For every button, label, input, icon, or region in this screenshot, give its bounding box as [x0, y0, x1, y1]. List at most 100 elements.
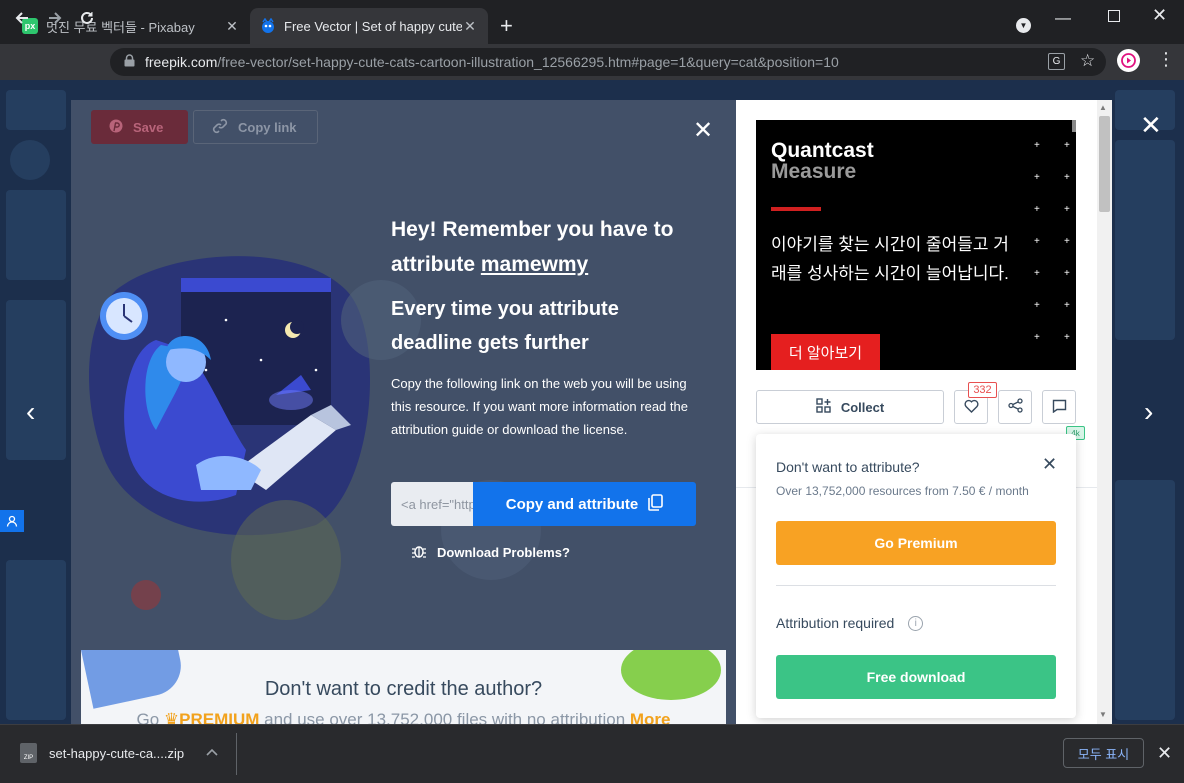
plus-icon: +	[1034, 172, 1040, 183]
illustration-girl-laptop	[89, 256, 370, 536]
info-icon[interactable]: i	[908, 615, 924, 631]
plus-icon: +	[1034, 332, 1040, 343]
modal-close-icon[interactable]: ✕	[693, 119, 713, 143]
collect-button[interactable]: Collect	[756, 390, 944, 424]
bg-block	[6, 190, 66, 280]
attribution-paragraph: Copy the following link on the web you w…	[391, 376, 688, 437]
advertisement[interactable]: Quantcast Measure 이야기를 찾는 시간이 줄어들고 거래를 성…	[756, 120, 1076, 370]
lock-icon	[124, 54, 135, 70]
tab-close-icon[interactable]: ✕	[224, 18, 240, 35]
attribution-code-field[interactable]: <a href="https://www.freepik.com	[391, 482, 473, 526]
plus-icon: +	[1034, 300, 1040, 311]
share-button[interactable]	[998, 390, 1032, 424]
collect-label: Collect	[840, 399, 885, 415]
scrollbar-thumb[interactable]	[1099, 116, 1110, 212]
menu-kebab-icon[interactable]: ⋮	[1157, 50, 1175, 68]
minimize-button[interactable]: —	[1055, 10, 1071, 28]
bg-block	[6, 300, 66, 460]
freepik-favicon-icon	[260, 18, 276, 34]
ad-learn-more-button[interactable]: 더 알아보기	[771, 334, 880, 370]
bg-block	[6, 90, 66, 130]
ad-info-icon[interactable]	[1072, 120, 1076, 132]
ad-accent-bar	[771, 207, 821, 211]
like-count-badge: 332	[968, 382, 997, 398]
copy-link-button[interactable]: Copy link	[193, 110, 318, 144]
copy-icon	[648, 493, 664, 515]
plus-icon: +	[1034, 268, 1040, 279]
ad-text: 이야기를 찾는 시간이 줄어들고 거래를 성사하는 시간이 늘어납니다.	[771, 235, 1009, 283]
tab-freepik[interactable]: Free Vector | Set of happy cute cats ✕	[250, 8, 488, 44]
scroll-down-icon[interactable]: ▼	[1099, 710, 1107, 719]
banner-text: Go ♛PREMIUM and use over 13,752,000 file…	[81, 710, 726, 724]
address-bar[interactable]: freepik.com/free-vector/set-happy-cute-c…	[110, 48, 1106, 76]
previous-arrow-icon[interactable]: ‹	[26, 398, 35, 426]
plus-icon: +	[1034, 236, 1040, 247]
plus-icon: +	[1064, 268, 1070, 279]
ad-brand-sub: Measure	[771, 160, 857, 183]
tab-close-icon[interactable]: ✕	[462, 18, 478, 35]
maximize-button[interactable]	[1108, 10, 1120, 22]
plus-icon: +	[1064, 172, 1070, 183]
pinterest-save-button[interactable]: Save	[91, 110, 188, 144]
download-problems-label: Download Problems?	[437, 545, 570, 560]
tab-title: Free Vector | Set of happy cute cats	[284, 18, 462, 34]
comment-icon	[1052, 399, 1067, 416]
profile-avatar[interactable]	[1117, 49, 1140, 72]
illustration-cat-faded	[231, 500, 341, 620]
plus-icon: +	[1064, 204, 1070, 215]
chevron-up-icon[interactable]	[206, 744, 218, 759]
copy-attribute-label: Copy and attribute	[505, 495, 639, 513]
popup-title: Don't want to attribute?	[776, 459, 920, 475]
banner-title: Don't want to credit the author?	[264, 678, 543, 700]
banner-more-link[interactable]: More	[630, 710, 671, 724]
url-path: /free-vector/set-happy-cute-cats-cartoon…	[217, 54, 839, 70]
ad-plus-pattern: + + + + + + + + + + + + + +	[1034, 140, 1070, 350]
download-shelf-close-icon[interactable]: ✕	[1157, 743, 1172, 764]
bg-block	[1115, 480, 1175, 720]
pinterest-icon	[109, 119, 123, 136]
user-feedback-icon[interactable]	[0, 510, 24, 532]
copy-and-attribute-button[interactable]: Copy and attribute	[473, 482, 696, 526]
attribution-heading: Hey! Remember you have to attribute mame…	[391, 212, 701, 282]
reload-icon[interactable]	[73, 4, 101, 32]
overlay-close-icon[interactable]: ✕	[1140, 110, 1162, 141]
share-icon	[1007, 398, 1023, 416]
show-all-button[interactable]: 모두 표시	[1063, 738, 1144, 768]
scroll-up-icon[interactable]: ▲	[1099, 103, 1107, 112]
author-link[interactable]: mamewmy	[481, 253, 588, 276]
banner-go: Go	[136, 710, 164, 724]
plus-icon: +	[1034, 140, 1040, 151]
zip-file-icon: ZIP	[20, 743, 37, 763]
bg-block	[10, 140, 50, 180]
bg-block	[6, 560, 66, 720]
plus-icon: +	[1064, 332, 1070, 343]
forward-arrow-icon[interactable]	[41, 4, 69, 32]
bookmark-star-icon[interactable]: ☆	[1080, 51, 1095, 71]
popup-close-icon[interactable]: ✕	[1042, 454, 1057, 475]
attribute-popup: Don't want to attribute? Over 13,752,000…	[756, 434, 1076, 718]
bg-block	[1115, 140, 1175, 340]
back-arrow-icon[interactable]	[8, 4, 36, 32]
copy-link-label: Copy link	[238, 119, 297, 135]
link-icon	[212, 118, 228, 137]
banner-premium[interactable]: PREMIUM	[179, 710, 259, 724]
bug-icon	[411, 543, 427, 562]
next-arrow-icon[interactable]: ›	[1144, 398, 1153, 426]
new-tab-button[interactable]: +	[500, 13, 513, 39]
translate-icon[interactable]: G	[1048, 53, 1065, 70]
free-download-button[interactable]: Free download	[776, 655, 1056, 699]
banner-rest: and use over 13,752,000 files with no at…	[259, 710, 626, 724]
download-separator	[236, 733, 237, 775]
download-problems-link[interactable]: Download Problems?	[411, 543, 570, 562]
window-close-button[interactable]: ✕	[1152, 5, 1167, 26]
comment-button[interactable]	[1042, 390, 1076, 424]
premium-banner: Don't want to credit the author? Go ♛PRE…	[81, 650, 726, 724]
url-host: freepik.com	[145, 54, 218, 70]
tab-search-icon[interactable]: ▼	[1016, 18, 1031, 33]
attribution-required-label: Attribution required	[776, 615, 895, 631]
popup-subtitle: Over 13,752,000 resources from 7.50 € / …	[776, 484, 1029, 498]
go-premium-button[interactable]: Go Premium	[776, 521, 1056, 565]
ad-brand: Quantcast	[771, 139, 874, 162]
download-file-name[interactable]: set-happy-cute-ca....zip	[49, 746, 184, 761]
attribution-required-row: Attribution required i	[776, 615, 924, 631]
